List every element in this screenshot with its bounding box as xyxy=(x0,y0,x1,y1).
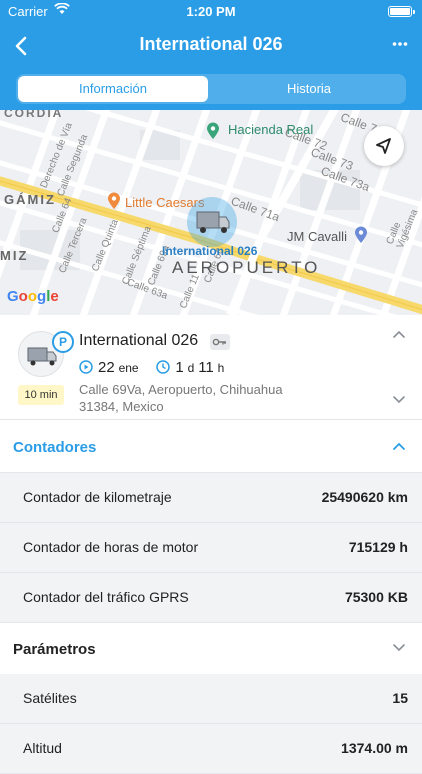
counter-row: Contador del tráfico GPRS 75300 KB xyxy=(0,573,422,623)
duration-days-unit: d xyxy=(187,361,195,375)
last-update-badge: 10 min xyxy=(18,385,64,405)
location-arrow-icon xyxy=(376,138,391,154)
counter-label: Contador del tráfico GPRS xyxy=(23,589,189,605)
section-title: Contadores xyxy=(13,439,97,456)
counter-value: 75300 KB xyxy=(344,589,408,605)
place-jm-cavalli[interactable]: JM Cavalli xyxy=(287,229,347,244)
tab-informacion[interactable]: Información xyxy=(18,76,208,102)
duration-hours: 11 xyxy=(198,359,214,376)
map-pin-icon xyxy=(207,122,219,139)
play-circle-icon xyxy=(79,360,93,374)
map-view[interactable]: CORDIA Calle 7 Calle 73 Calle 72 Calle 7… xyxy=(0,110,422,315)
key-icon xyxy=(210,334,230,350)
restaurant-pin-icon xyxy=(108,192,120,209)
battery-icon xyxy=(388,6,415,17)
segmented-control: Información Historia xyxy=(16,74,406,104)
chevron-up-icon[interactable] xyxy=(392,329,406,339)
counter-row: Contador de kilometraje 25490620 km xyxy=(0,473,422,523)
ellipsis-icon[interactable] xyxy=(392,36,408,52)
clock-icon xyxy=(156,360,171,374)
chevron-up-icon xyxy=(393,442,405,450)
app-header: Carrier 1:20 PM International 026 Inform… xyxy=(0,0,422,110)
parameter-value: 15 xyxy=(392,690,408,706)
parameter-row: Satélites 15 xyxy=(0,674,422,724)
page-title: International 026 xyxy=(139,34,283,54)
vehicle-address: Calle 69Va, Aeropuerto, Chihuahua 31384,… xyxy=(79,381,339,415)
address-line-1: Calle 69Va, Aeropuerto, Chihuahua xyxy=(79,382,283,397)
duration-days: 1 xyxy=(175,359,184,376)
duration-hours-unit: h xyxy=(217,361,225,375)
counter-label: Contador de horas de motor xyxy=(23,539,199,555)
clock: 1:20 PM xyxy=(186,4,236,19)
status-bar: Carrier 1:20 PM xyxy=(0,0,422,24)
address-line-2: 31384, Mexico xyxy=(79,399,164,414)
area-label: MIZ xyxy=(0,248,29,263)
chevron-down-icon[interactable] xyxy=(392,395,406,405)
map-pin-icon xyxy=(355,226,367,243)
date-day: 22 xyxy=(98,359,115,376)
google-logo: Google xyxy=(7,288,59,305)
parameter-value: 1374.00 m xyxy=(341,740,408,756)
tab-historia[interactable]: Historia xyxy=(214,76,404,102)
chevron-down-icon xyxy=(393,644,405,652)
counter-label: Contador de kilometraje xyxy=(23,489,172,505)
parameter-label: Satélites xyxy=(23,690,77,706)
vehicle-meta: 22 ene 1 d 11 h xyxy=(79,359,224,376)
parameter-label: Altitud xyxy=(23,740,62,756)
counter-row: Contador de horas de motor 715129 h xyxy=(0,523,422,573)
date-month: ene xyxy=(118,361,139,375)
parking-badge: P xyxy=(52,331,74,353)
navigation-bar: International 026 xyxy=(0,24,422,68)
parameter-row: Altitud 1374.00 m xyxy=(0,724,422,774)
section-header-contadores[interactable]: Contadores xyxy=(0,421,422,473)
locate-button[interactable] xyxy=(364,126,404,166)
vehicle-card[interactable]: P 10 min International 026 22 ene 1 d 11… xyxy=(0,315,422,420)
street-label: CORDIA xyxy=(4,110,64,120)
section-header-parametros[interactable]: Parámetros xyxy=(0,622,422,674)
area-label: GÁMIZ xyxy=(4,192,56,207)
section-title: Parámetros xyxy=(13,641,96,658)
vehicle-name: International 026 xyxy=(79,332,199,349)
vehicle-marker[interactable] xyxy=(187,197,237,247)
counter-value: 25490620 km xyxy=(321,489,408,505)
counter-value: 715129 h xyxy=(348,539,408,555)
vehicle-marker-label: International 026 xyxy=(162,244,258,258)
truck-icon xyxy=(196,211,230,233)
area-name: AEROPUERTO xyxy=(172,258,321,277)
place-hacienda-real[interactable]: Hacienda Real xyxy=(228,122,313,137)
